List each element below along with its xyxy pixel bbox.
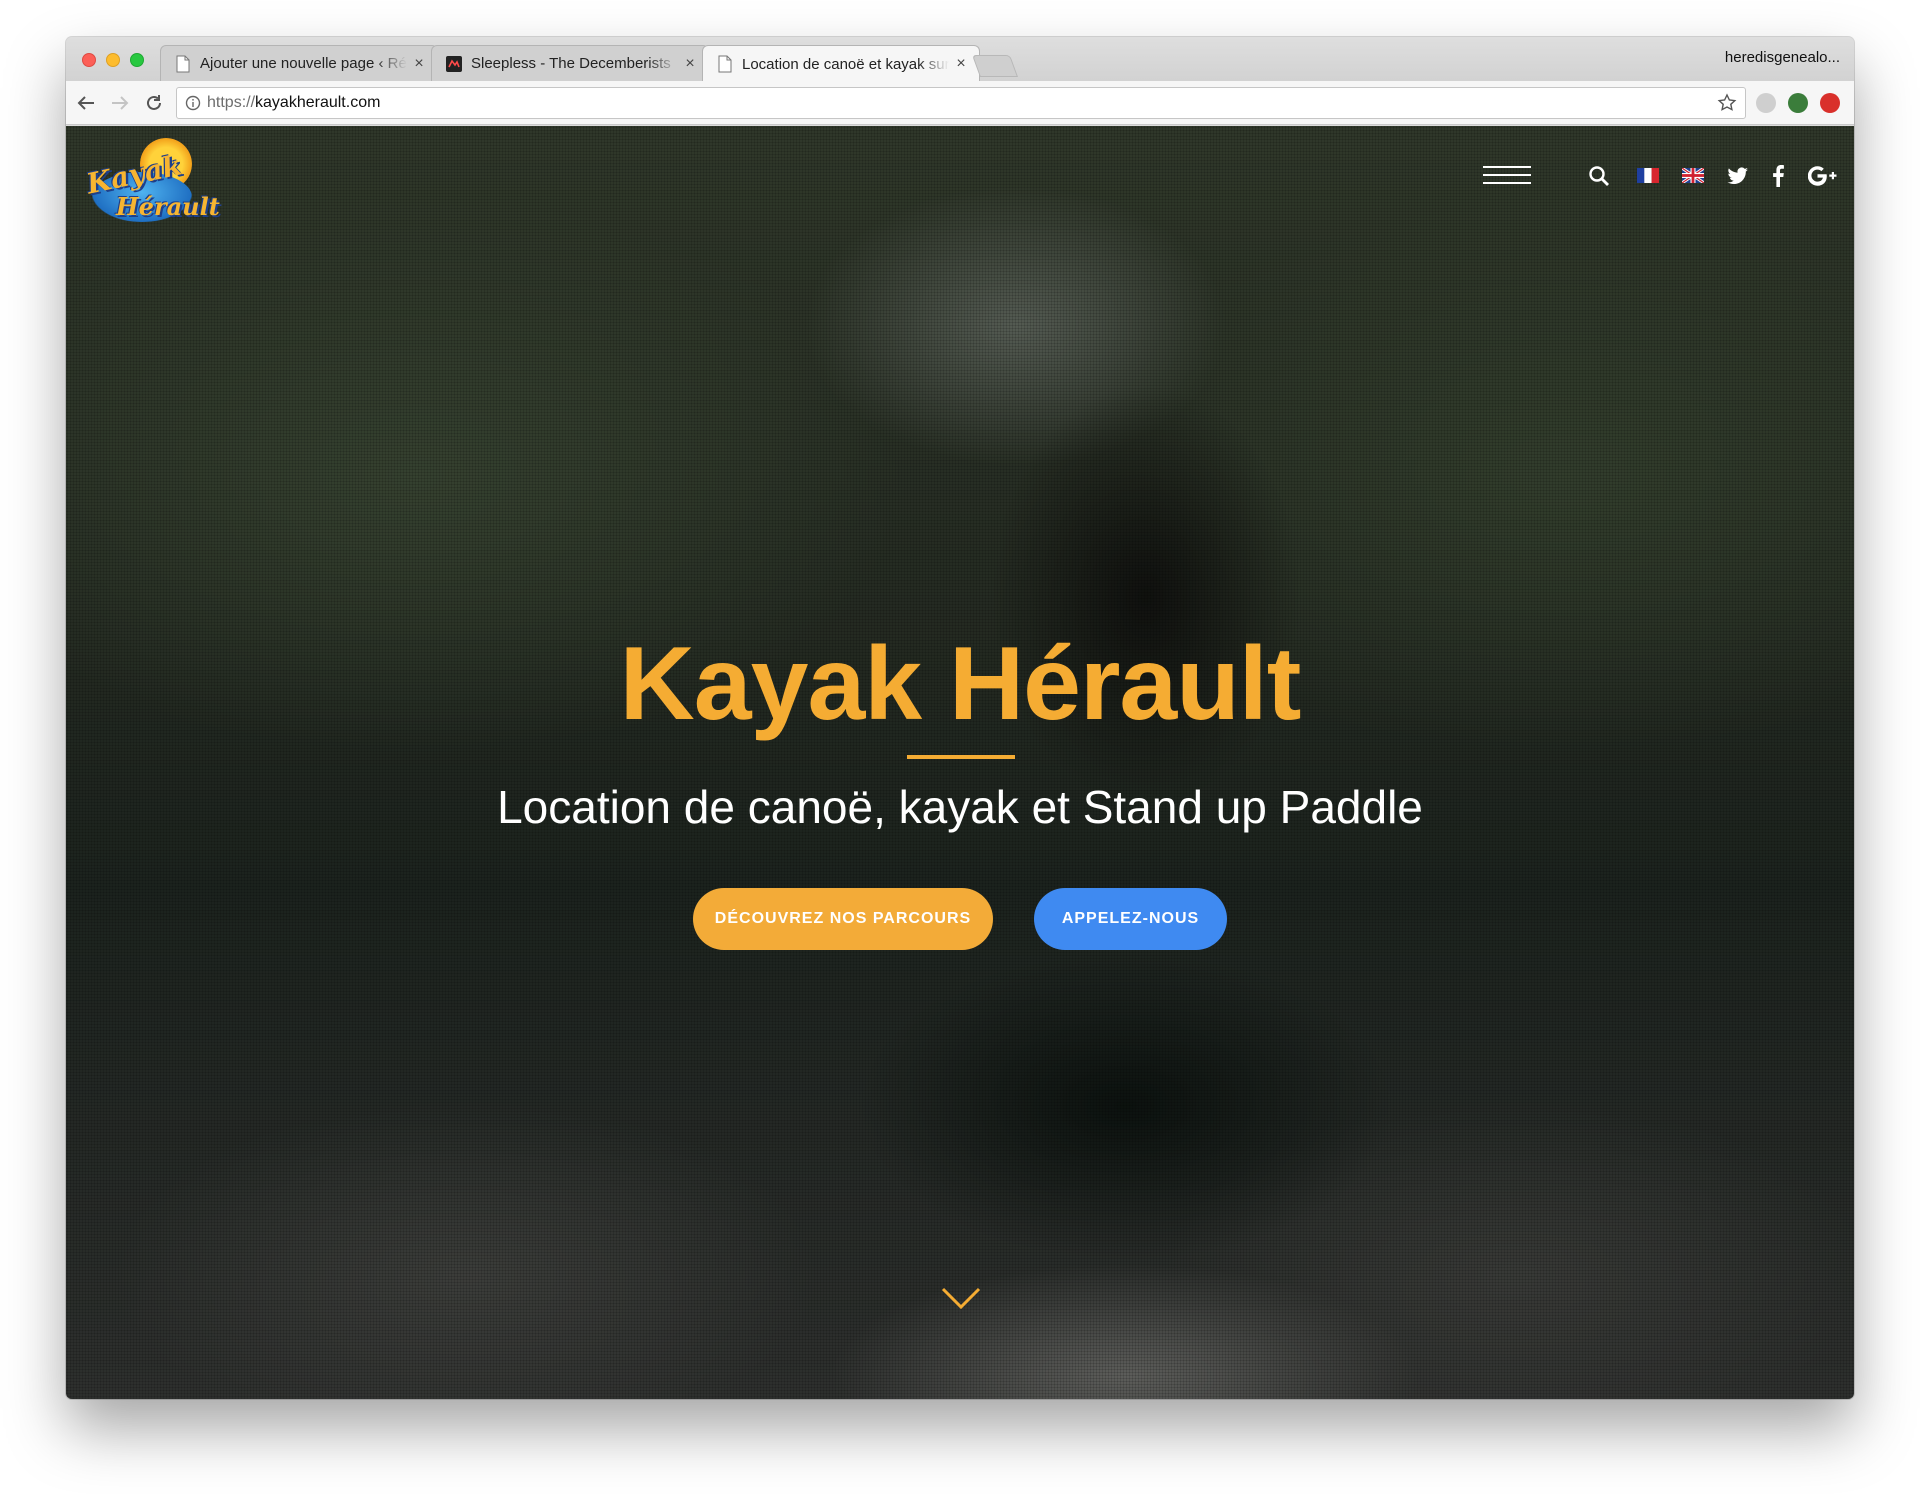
chevron-down-icon[interactable]	[941, 1286, 981, 1310]
profile-name[interactable]: heredisgenealo...	[1725, 49, 1840, 66]
tab-title: Location de canoë et kayak sur	[742, 55, 949, 73]
music-site-icon	[446, 55, 462, 72]
forward-icon[interactable]	[108, 91, 132, 115]
search-icon[interactable]	[1585, 162, 1613, 190]
close-tab-icon[interactable]: ×	[682, 55, 698, 73]
adblock-extension-icon[interactable]	[1756, 93, 1776, 113]
close-window-button[interactable]	[82, 53, 96, 67]
flag-fr-icon[interactable]	[1637, 168, 1659, 183]
discover-routes-button[interactable]: DÉCOUVREZ NOS PARCOURS	[693, 888, 993, 950]
tab-1[interactable]: Ajouter une nouvelle page ‹ Ré ×	[160, 45, 438, 81]
twitter-icon[interactable]	[1724, 162, 1752, 190]
hero-divider	[907, 755, 1015, 759]
ublock-extension-icon[interactable]	[1820, 93, 1840, 113]
extension-icon[interactable]	[1788, 93, 1808, 113]
menu-icon[interactable]	[1483, 164, 1531, 186]
page-icon	[718, 55, 732, 73]
reload-icon[interactable]	[142, 91, 166, 115]
address-bar[interactable]: https://kayakherault.com	[176, 87, 1746, 119]
call-us-button[interactable]: APPELEZ-NOUS	[1034, 888, 1227, 950]
close-tab-icon[interactable]: ×	[953, 55, 969, 73]
maximize-window-button[interactable]	[130, 53, 144, 67]
site-logo[interactable]: Kayak Hérault	[82, 136, 220, 226]
tab-2[interactable]: Sleepless - The Decemberists ×	[431, 45, 709, 81]
hero-background	[66, 126, 1854, 1399]
url-scheme: https://	[207, 94, 256, 111]
tab-3[interactable]: Location de canoë et kayak sur ×	[702, 45, 980, 82]
tab-title: Ajouter une nouvelle page ‹ Ré	[200, 55, 407, 72]
minimize-window-button[interactable]	[106, 53, 120, 67]
web-page: Kayak Hérault Kayak Hérault Location de …	[66, 126, 1854, 1399]
browser-window: Ajouter une nouvelle page ‹ Ré × Sleeple…	[66, 37, 1854, 1399]
page-icon	[176, 55, 190, 72]
url-host: kayakherault.com	[255, 94, 381, 111]
hero-subtitle: Location de canoë, kayak et Stand up Pad…	[497, 781, 1423, 833]
tab-bar: Ajouter une nouvelle page ‹ Ré × Sleeple…	[66, 37, 1854, 82]
bookmark-star-icon[interactable]	[1717, 93, 1737, 113]
close-tab-icon[interactable]: ×	[411, 55, 427, 73]
new-tab-button[interactable]	[971, 55, 1019, 77]
facebook-icon[interactable]	[1764, 162, 1792, 190]
browser-toolbar: https://kayakherault.com	[66, 81, 1854, 125]
flag-uk-icon[interactable]	[1682, 168, 1704, 183]
info-icon[interactable]	[185, 95, 201, 111]
google-plus-icon[interactable]	[1806, 162, 1840, 190]
logo-text-line2: Hérault	[116, 192, 220, 221]
tab-title: Sleepless - The Decemberists	[471, 55, 671, 72]
back-icon[interactable]	[74, 91, 98, 115]
hero-title: Kayak Hérault	[619, 626, 1302, 742]
